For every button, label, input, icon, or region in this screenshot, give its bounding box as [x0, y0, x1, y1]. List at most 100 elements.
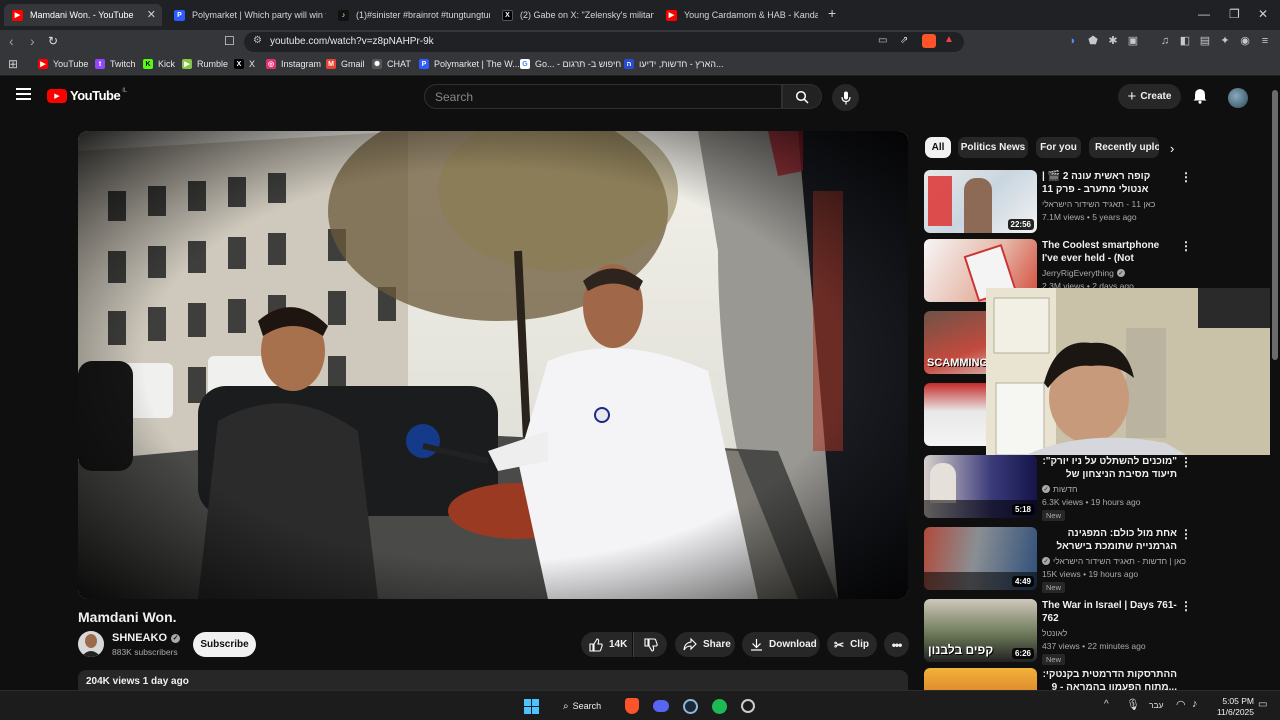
- like-button[interactable]: 14K: [581, 632, 632, 657]
- windows-start-icon[interactable]: [522, 697, 540, 715]
- microphone-icon[interactable]: 🎙: [1126, 698, 1140, 711]
- brave-shields-icon[interactable]: [922, 34, 936, 48]
- subscribe-button[interactable]: Subscribe: [193, 632, 256, 657]
- extensions-icon[interactable]: ✱: [1106, 34, 1120, 48]
- share-button[interactable]: Share: [675, 632, 735, 657]
- back-icon[interactable]: ‹: [9, 33, 14, 49]
- steam-icon[interactable]: [681, 697, 699, 715]
- maximize-icon[interactable]: ❐: [1229, 7, 1240, 21]
- scrollbar-thumb[interactable]: [1272, 90, 1278, 360]
- cast-icon[interactable]: ▭: [878, 35, 887, 46]
- bookmark-rumble[interactable]: ▶ Rumble: [182, 59, 228, 69]
- extension-icon[interactable]: ◗: [1066, 34, 1080, 48]
- menu-icon[interactable]: ≡: [1258, 34, 1272, 48]
- more-vertical-icon[interactable]: ⋮: [1180, 455, 1192, 469]
- sidebar-icon[interactable]: ◧: [1178, 34, 1192, 48]
- bookmark-page-icon[interactable]: ☐: [224, 34, 235, 48]
- site-info-icon[interactable]: ⚙: [253, 35, 262, 46]
- recommended-video[interactable]: ההתרסקות הדרמטית בקנטקי: ...מתוח הפעמון …: [924, 668, 1274, 690]
- recommended-video-channel[interactable]: כאן 11 - תאגיד השידור הישראלי: [1042, 199, 1155, 209]
- bookmark-youtube[interactable]: ▶ YouTube: [38, 59, 88, 69]
- recommended-video-title[interactable]: The War in Israel | Days 761-762: [1042, 599, 1177, 625]
- tab-x[interactable]: X (2) Gabe on X: "Zelensky's militants, …: [494, 4, 654, 26]
- recommended-video-channel[interactable]: ✓ כאן | חדשות - תאגיד השידור הישראלי: [1042, 556, 1186, 566]
- chip-for-you[interactable]: For you: [1036, 137, 1081, 158]
- video-thumbnail[interactable]: 22:56: [924, 170, 1037, 233]
- recommended-video-channel[interactable]: JerryRigEverything ✓: [1042, 268, 1125, 278]
- download-button[interactable]: Download: [742, 632, 820, 657]
- close-tab-icon[interactable]: ✕: [147, 8, 156, 21]
- app-icon[interactable]: [739, 697, 757, 715]
- notifications-button[interactable]: [1193, 88, 1207, 109]
- more-vertical-icon[interactable]: ⋮: [1180, 527, 1192, 541]
- video-thumbnail[interactable]: [924, 668, 1037, 690]
- tab-polymarket[interactable]: P Polymarket | Which party will win the: [166, 4, 326, 26]
- bookmark-kick[interactable]: K Kick: [143, 59, 175, 69]
- url-text[interactable]: youtube.com/watch?v=z8pNAHPr-9k: [270, 36, 434, 47]
- recommended-video-title[interactable]: אחת מול כולם: המפגינה הגרמנייה שתומכת בי…: [1042, 527, 1177, 553]
- recommended-video-title[interactable]: "מוכנים להשתלט על ניו יורק": תיעוד מסיבת…: [1042, 455, 1177, 481]
- youtube-logo[interactable]: ▶ YouTube IL: [47, 88, 127, 103]
- chip-politics-news[interactable]: Politics News: [958, 137, 1028, 158]
- bookmark-twitch[interactable]: t Twitch: [95, 59, 136, 69]
- more-vertical-icon[interactable]: ⋮: [1180, 170, 1192, 184]
- profile-icon[interactable]: ◉: [1238, 34, 1252, 48]
- recommended-video-title[interactable]: The Coolest smartphone I've ever held - …: [1042, 239, 1177, 265]
- more-actions-button[interactable]: •••: [884, 632, 909, 657]
- recommended-video[interactable]: קפים בלבנון 6:26 The War in Israel | Day…: [924, 599, 1274, 665]
- channel-name[interactable]: SHNEAKO ✓: [112, 632, 181, 644]
- chip-all[interactable]: All: [925, 137, 951, 158]
- spotify-icon[interactable]: [710, 697, 728, 715]
- search-input[interactable]: [425, 85, 781, 108]
- wallet-icon[interactable]: ▣: [1126, 34, 1140, 48]
- forward-icon[interactable]: ›: [30, 33, 35, 49]
- search-button[interactable]: [782, 84, 822, 109]
- recommended-video[interactable]: 4:49 אחת מול כולם: המפגינה הגרמנייה שתומ…: [924, 527, 1274, 597]
- channel-avatar[interactable]: [78, 631, 104, 657]
- address-bar[interactable]: ⚙ youtube.com/watch?v=z8pNAHPr-9k ▭ ⇗ ▲: [244, 32, 964, 52]
- tab-tiktok[interactable]: ♪ (1)#sinister #brainrot #tungtungtung: [330, 4, 490, 26]
- close-window-icon[interactable]: ✕: [1258, 7, 1268, 21]
- media-icon[interactable]: ♫: [1158, 34, 1172, 48]
- apps-grid-icon[interactable]: ⊞: [8, 57, 18, 71]
- recommended-video-channel[interactable]: ✓ חדשות: [1042, 484, 1078, 494]
- recommended-video-channel[interactable]: לאונטל: [1042, 628, 1067, 638]
- video-player[interactable]: [78, 131, 908, 599]
- chevron-right-icon[interactable]: ›: [1170, 141, 1174, 156]
- voice-search-button[interactable]: [832, 84, 859, 111]
- video-thumbnail[interactable]: קפים בלבנון 6:26: [924, 599, 1037, 662]
- chevron-up-icon[interactable]: ^: [1104, 699, 1109, 710]
- bookmark-gmail[interactable]: M Gmail: [326, 59, 365, 69]
- minimize-icon[interactable]: —: [1198, 7, 1210, 21]
- video-thumbnail[interactable]: 4:49: [924, 527, 1037, 590]
- more-vertical-icon[interactable]: ⋮: [1180, 239, 1192, 253]
- bookmark-x[interactable]: XX: [234, 59, 255, 69]
- bookmark-instagram[interactable]: ◎ Instagram: [266, 59, 321, 69]
- brave-browser-icon[interactable]: [623, 697, 641, 715]
- video-thumbnail[interactable]: 5:18: [924, 455, 1037, 518]
- bookmark-google-translate[interactable]: G Go... - חיפוש ב- תרגום: [520, 59, 621, 69]
- account-avatar[interactable]: [1228, 88, 1248, 108]
- reload-icon[interactable]: ↻: [48, 34, 58, 48]
- clip-button[interactable]: ✂ Clip: [827, 632, 877, 657]
- hamburger-menu-icon[interactable]: [16, 88, 31, 100]
- volume-icon[interactable]: ♪: [1192, 698, 1198, 710]
- taskbar-search[interactable]: ⌕ Search: [554, 696, 612, 716]
- create-button[interactable]: + Create: [1118, 84, 1181, 109]
- tab-youtube-music[interactable]: ▶ Young Cardamom & HAB - Kanda (C: [658, 4, 818, 26]
- recommended-video[interactable]: 22:56 קופה ראשית עונה 2 🎬 | אנטולי מתערב…: [924, 170, 1274, 234]
- taskbar-clock[interactable]: 5:05 PM 11/6/2025: [1210, 696, 1254, 718]
- page-scrollbar[interactable]: [1270, 76, 1280, 690]
- recommended-video-title[interactable]: קופה ראשית עונה 2 🎬 | אנטולי מתערב - פרק…: [1042, 170, 1177, 196]
- wifi-icon[interactable]: ◠: [1176, 698, 1186, 711]
- dislike-button[interactable]: [633, 632, 667, 657]
- notification-center-icon[interactable]: ▭: [1258, 699, 1267, 710]
- language-indicator[interactable]: עבר: [1149, 700, 1164, 710]
- share-page-icon[interactable]: ⇗: [900, 35, 908, 46]
- chip-recently-uploaded[interactable]: Recently uploa: [1089, 137, 1159, 158]
- tab-youtube-video[interactable]: ▶ Mamdani Won. - YouTube ✕: [4, 4, 162, 26]
- new-tab-button[interactable]: +: [828, 5, 836, 21]
- vpn-icon[interactable]: ⬟: [1086, 34, 1100, 48]
- more-vertical-icon[interactable]: ⋮: [1180, 599, 1192, 613]
- bookmark-polymarket[interactable]: P Polymarket | The W...: [419, 59, 520, 69]
